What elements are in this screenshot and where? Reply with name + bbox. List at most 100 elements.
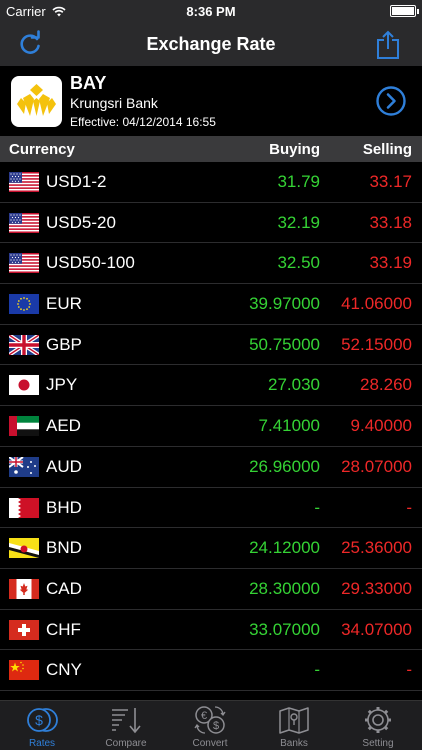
buying-rate: 28.30000 — [249, 578, 320, 598]
share-button[interactable] — [376, 30, 404, 59]
rate-row-cny[interactable]: CNY - - — [0, 650, 422, 691]
rate-list[interactable]: USD1-2 31.79 33.17 USD5-20 32.19 33.18 USD50-1… — [0, 162, 422, 700]
selling-rate: - — [406, 660, 412, 680]
currency-code: JPY — [46, 375, 78, 395]
selling-rate: 52.15000 — [341, 334, 412, 354]
rate-row-gbp[interactable]: GBP 50.75000 52.15000 — [0, 325, 422, 366]
chevron-right-circle-icon — [376, 86, 406, 116]
selling-rate: 25.36000 — [341, 538, 412, 558]
selling-rate: 34.07000 — [341, 619, 412, 639]
selling-rate: 9.40000 — [350, 416, 412, 436]
buying-rate: - — [314, 497, 320, 517]
buying-rate: 32.19 — [277, 212, 320, 232]
gear-icon — [365, 707, 391, 733]
rate-row-aed[interactable]: AED 7.41000 9.40000 — [0, 406, 422, 447]
canada-flag-icon — [9, 578, 39, 599]
buying-rate: 31.79 — [277, 172, 320, 191]
page-title: Exchange Rate — [146, 34, 276, 54]
rate-row-usd1-2[interactable]: USD1-2 31.79 33.17 — [0, 162, 422, 203]
krungsri-logo-icon — [17, 84, 56, 116]
tab-banks[interactable]: Banks — [252, 701, 336, 750]
currency-code: USD5-20 — [46, 212, 116, 232]
eu-flag-icon — [9, 294, 39, 315]
tab-bar: $ Rates Compare € $ Convert Banks Settin… — [0, 700, 422, 750]
rate-table-header: Currency Buying Selling — [0, 136, 422, 162]
brunei-flag-icon — [9, 538, 39, 559]
tab-compare-label: Compare — [105, 738, 147, 749]
svg-text:$: $ — [213, 720, 219, 732]
buying-rate: - — [314, 660, 320, 680]
buying-rate: 7.41000 — [258, 416, 320, 436]
tab-setting-label: Setting — [362, 738, 394, 749]
australia-flag-icon — [9, 456, 39, 477]
rate-row-aud[interactable]: AUD 26.96000 28.07000 — [0, 447, 422, 488]
bank-name: Krungsri Bank — [70, 95, 158, 111]
selling-rate: 28.260 — [360, 375, 412, 395]
svg-text:$: $ — [35, 712, 43, 728]
share-icon — [377, 30, 399, 59]
currency-code: BND — [46, 538, 82, 558]
us-flag-icon — [9, 253, 39, 274]
bank-logo — [11, 76, 62, 127]
buying-rate: 26.96000 — [249, 456, 320, 476]
buying-rate: 32.50 — [277, 253, 320, 273]
rate-row-bnd[interactable]: BND 24.12000 25.36000 — [0, 528, 422, 569]
currency-code: USD50-100 — [46, 253, 135, 273]
tab-banks-label: Banks — [280, 738, 308, 749]
rate-row-chf[interactable]: CHF 33.07000 34.07000 — [0, 610, 422, 651]
map-icon — [279, 707, 309, 734]
tab-rates[interactable]: $ Rates — [0, 701, 84, 750]
us-flag-icon — [9, 212, 39, 233]
rate-row-usd5-20[interactable]: USD5-20 32.19 33.18 — [0, 203, 422, 244]
tab-convert-label: Convert — [192, 738, 228, 749]
rate-row-jpy[interactable]: JPY 27.030 28.260 — [0, 365, 422, 407]
uae-flag-icon — [9, 416, 39, 437]
bahrain-flag-icon — [9, 497, 39, 518]
buying-column-header: Buying — [269, 141, 320, 158]
rate-row-cad[interactable]: CAD 28.30000 29.33000 — [0, 569, 422, 610]
bank-effective-date: Effective: 04/12/2014 16:55 — [70, 115, 216, 129]
bank-detail-button[interactable] — [376, 86, 406, 116]
currency-code: USD1-2 — [46, 172, 107, 191]
china-flag-icon — [9, 660, 39, 681]
currency-code: BHD — [46, 497, 82, 517]
currency-code: CAD — [46, 578, 82, 598]
tab-compare[interactable]: Compare — [84, 701, 168, 750]
currency-code: AED — [46, 416, 81, 436]
rate-row-usd50-100[interactable]: USD50-100 32.50 33.19 — [0, 243, 422, 285]
tab-convert[interactable]: € $ Convert — [168, 701, 252, 750]
currency-convert-icon: € $ — [194, 706, 226, 734]
currency-code: EUR — [46, 294, 82, 314]
selling-rate: - — [406, 497, 412, 517]
uk-flag-icon — [9, 334, 39, 355]
selling-rate: 29.33000 — [341, 578, 412, 598]
selling-rate: 33.18 — [369, 212, 412, 232]
buying-rate: 24.12000 — [249, 538, 320, 558]
bank-code: BAY — [70, 73, 107, 93]
selling-rate: 28.07000 — [341, 456, 412, 476]
svg-text:€: € — [201, 710, 207, 722]
currency-code: AUD — [46, 456, 82, 476]
currency-code: CNY — [46, 660, 82, 680]
selling-rate: 33.19 — [369, 253, 412, 273]
tab-rates-label: Rates — [28, 738, 56, 749]
status-time: 8:36 PM — [186, 4, 236, 19]
buying-rate: 50.75000 — [249, 334, 320, 354]
switzerland-flag-icon — [9, 619, 39, 640]
bank-header[interactable]: BAY Krungsri Bank Effective: 04/12/2014 … — [0, 66, 422, 136]
coins-icon: $ — [27, 708, 58, 732]
rate-row-eur[interactable]: EUR 39.97000 41.06000 — [0, 284, 422, 325]
buying-rate: 33.07000 — [249, 619, 320, 639]
sort-compare-icon — [112, 708, 141, 734]
tab-setting[interactable]: Setting — [336, 701, 420, 750]
battery-icon — [390, 5, 419, 17]
buying-rate: 27.030 — [268, 375, 320, 395]
currency-code: GBP — [46, 334, 82, 354]
selling-rate: 41.06000 — [341, 294, 412, 314]
currency-column-header: Currency — [9, 141, 75, 158]
us-flag-icon — [9, 172, 39, 192]
rate-row-bhd[interactable]: BHD - - — [0, 488, 422, 529]
selling-column-header: Selling — [362, 141, 412, 158]
japan-flag-icon — [9, 375, 39, 396]
status-bar: Carrier 8:36 PM — [0, 0, 422, 22]
